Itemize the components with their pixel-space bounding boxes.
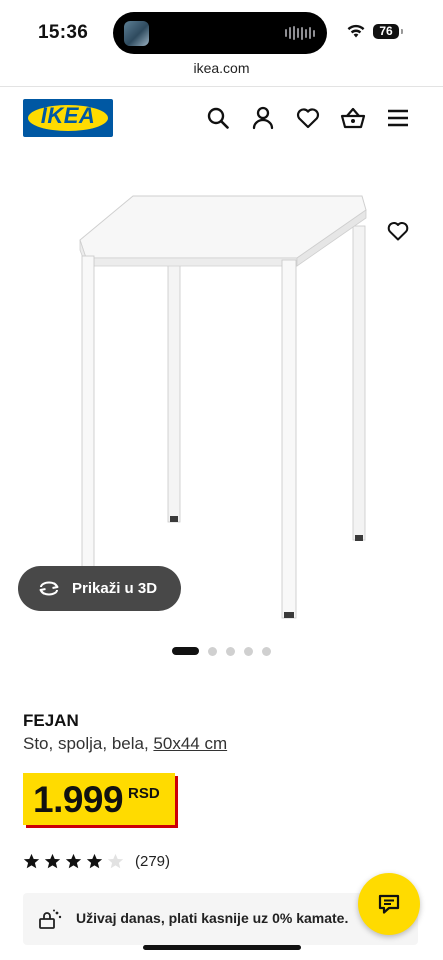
product-page: 15:36 76 ikea.com IKEA Prikaži u 3D FEJA…	[0, 0, 443, 960]
star-filled-icon	[44, 853, 61, 868]
rating[interactable]: (279)	[23, 852, 170, 870]
star-empty-icon	[107, 853, 124, 868]
url-bar[interactable]: ikea.com	[0, 60, 443, 86]
chat-bubble-icon	[378, 894, 400, 914]
carousel-dot[interactable]	[208, 646, 217, 656]
price-tag: 1.999 RSD	[23, 773, 175, 825]
wifi-icon	[347, 24, 365, 38]
battery-icon: 76	[373, 24, 399, 39]
carousel-dot-active[interactable]	[172, 647, 199, 655]
site-header: IKEA	[0, 87, 443, 153]
product-description-text: Sto, spolja, bela,	[23, 734, 154, 753]
view-3d-label: Prikaži u 3D	[72, 580, 158, 597]
heart-outline-icon[interactable]	[386, 219, 410, 243]
ikea-logo-text: IKEA	[40, 103, 96, 128]
wishlist-heart-icon[interactable]	[295, 105, 321, 131]
carousel-dot[interactable]	[262, 646, 271, 656]
price-currency: RSD	[128, 785, 160, 802]
carousel-dot[interactable]	[244, 646, 253, 656]
menu-hamburger-icon[interactable]	[385, 105, 411, 131]
view-3d-button[interactable]: Prikaži u 3D	[18, 566, 181, 611]
home-indicator[interactable]	[143, 945, 301, 950]
rotate-3d-icon	[39, 581, 59, 596]
product-description: Sto, spolja, bela, 50x44 cm	[23, 734, 227, 754]
star-filled-icon	[23, 853, 40, 868]
product-size-link[interactable]: 50x44 cm	[153, 734, 227, 753]
dynamic-island[interactable]	[113, 12, 327, 54]
battery-tip	[401, 29, 403, 34]
status-time: 15:36	[38, 22, 89, 43]
status-bar: 15:36 76	[0, 0, 443, 60]
review-count: (279)	[135, 852, 171, 870]
product-name: FEJAN	[23, 711, 79, 730]
carousel-indicator	[172, 646, 271, 656]
cart-basket-icon[interactable]	[340, 105, 366, 131]
ikea-logo[interactable]: IKEA	[23, 99, 113, 137]
carousel-dot[interactable]	[226, 646, 235, 656]
price-value: 1.999	[33, 779, 124, 820]
now-playing-thumbnail	[124, 21, 149, 46]
account-icon[interactable]	[250, 105, 276, 131]
star-filled-icon	[65, 853, 82, 868]
pay-later-icon	[39, 909, 62, 929]
search-icon[interactable]	[205, 105, 231, 131]
pay-later-text: Uživaj danas, plati kasnije uz 0% kamate…	[76, 910, 349, 926]
chat-button[interactable]	[358, 873, 420, 935]
star-filled-icon	[86, 853, 103, 868]
audio-level-icon	[285, 26, 315, 40]
